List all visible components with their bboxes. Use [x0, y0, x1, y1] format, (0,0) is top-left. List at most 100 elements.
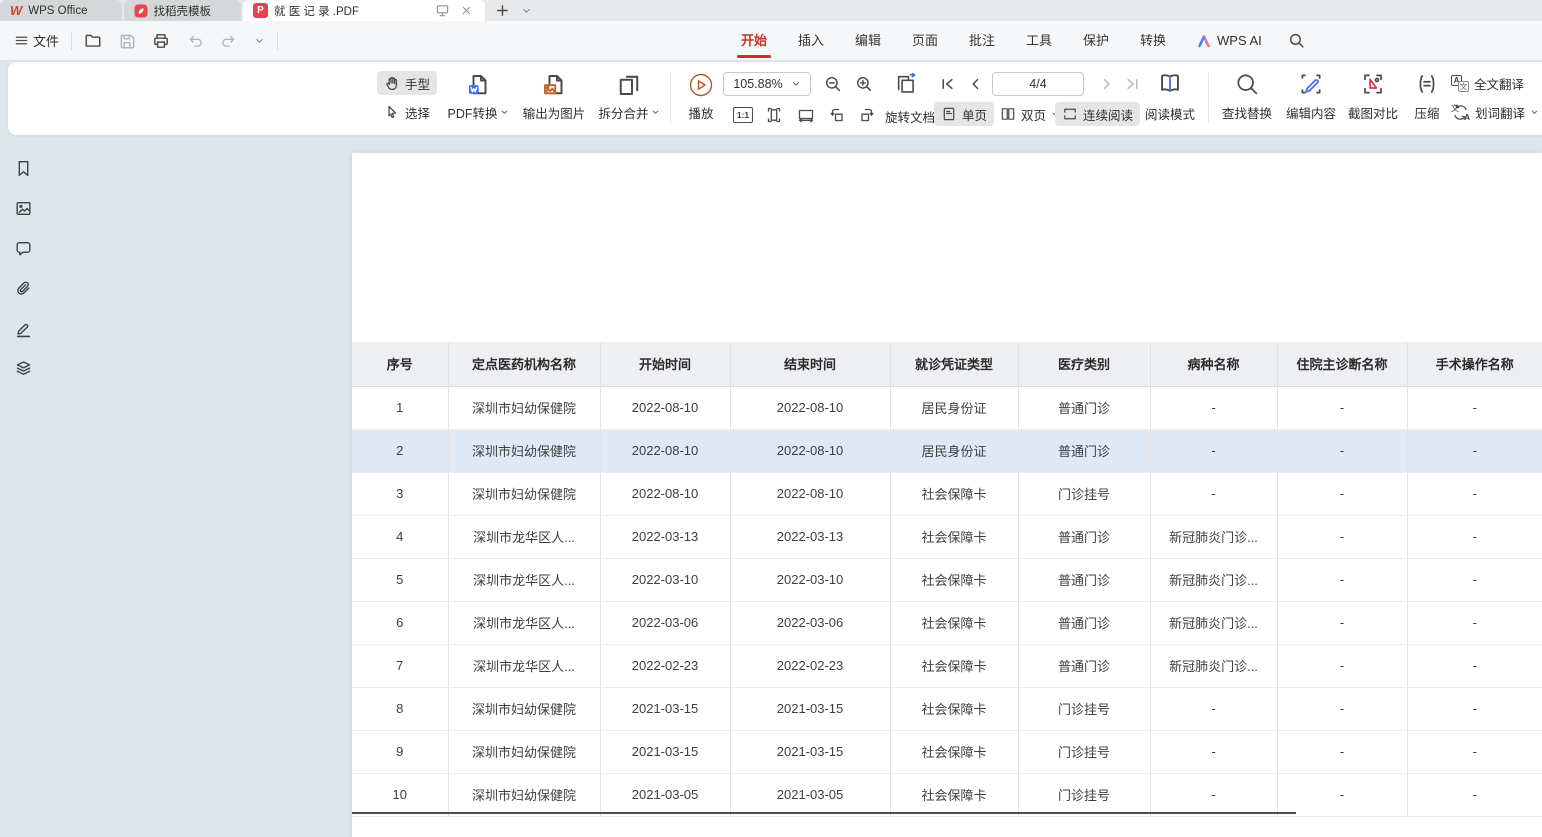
tab-docer-templates[interactable]: 找稻壳模板	[124, 0, 242, 21]
folder-open-icon	[84, 32, 102, 50]
wps-ai-button[interactable]: WPS AI	[1196, 21, 1262, 60]
rotate-document-button[interactable]: 旋转文档	[885, 107, 935, 126]
table-cell: 深圳市妇幼保健院	[448, 472, 600, 515]
table-cell: -	[1150, 773, 1277, 816]
table-cell: 2022-03-13	[730, 515, 890, 558]
table-cell: 2	[352, 429, 448, 472]
bookmarks-panel-button[interactable]	[11, 156, 35, 180]
table-cell: 深圳市龙华区人...	[448, 558, 600, 601]
pdf-convert-button[interactable]: PDF转换	[442, 69, 514, 127]
table-cell: -	[1407, 644, 1542, 687]
split-merge-icon	[617, 72, 641, 98]
menu-tools[interactable]: 工具	[1025, 21, 1053, 60]
continuous-reading-icon	[1062, 106, 1078, 122]
play-button[interactable]: 播放	[678, 69, 724, 127]
table-cell: 新冠肺炎门诊...	[1150, 601, 1277, 644]
table-cell: 2022-03-13	[600, 515, 730, 558]
table-cell: 2022-08-10	[600, 429, 730, 472]
zoom-in-button[interactable]	[852, 72, 876, 96]
thumbnails-panel-button[interactable]	[11, 196, 35, 220]
split-merge-label: 拆分合并	[598, 103, 648, 122]
export-image-button[interactable]: 输出为图片	[516, 69, 592, 127]
full-translate-button[interactable]: A 文 全文翻译	[1444, 71, 1531, 95]
close-tab-icon[interactable]	[457, 2, 475, 20]
continuous-reading-button[interactable]: 连续阅读	[1055, 102, 1140, 126]
rotate-left-button[interactable]	[824, 102, 850, 128]
menu-protect[interactable]: 保护	[1082, 21, 1110, 60]
table-cell: 深圳市妇幼保健院	[448, 730, 600, 773]
find-replace-label: 查找替换	[1222, 103, 1272, 122]
table-cell: -	[1277, 601, 1407, 644]
file-menu-button[interactable]: 文件	[10, 28, 63, 53]
page-indicator: 4/4	[1029, 77, 1046, 91]
search-icon	[1288, 32, 1305, 49]
undo-button[interactable]	[182, 29, 208, 53]
tab-list-chevron-icon[interactable]	[517, 2, 535, 20]
quick-access-toolbar: 文件	[10, 21, 278, 60]
table-cell: 2021-03-15	[600, 730, 730, 773]
menu-insert[interactable]: 插入	[797, 21, 825, 60]
ribbon-panel: 手型 选择 PDF转换 输出为图片 拆分合并	[8, 62, 1542, 135]
menu-search-button[interactable]	[1288, 21, 1305, 60]
tab-document[interactable]: P 就 医 记 录 .PDF	[243, 0, 485, 21]
table-row: 8深圳市妇幼保健院2021-03-152021-03-15社会保障卡门诊挂号--…	[352, 687, 1542, 730]
screenshot-compare-button[interactable]: 截图对比	[1342, 69, 1404, 127]
signature-panel-button[interactable]	[11, 316, 35, 340]
wps-ai-logo-icon	[1196, 33, 1212, 49]
table-cell: -	[1407, 687, 1542, 730]
fit-pages-button[interactable]	[890, 70, 922, 98]
layers-panel-button[interactable]	[11, 356, 35, 380]
tab-wps-office[interactable]: W WPS Office	[0, 0, 122, 21]
comments-panel-button[interactable]	[11, 236, 35, 260]
new-tab-icon[interactable]	[493, 2, 511, 20]
table-row: 2深圳市妇幼保健院2022-08-102022-08-10居民身份证普通门诊--…	[352, 429, 1542, 472]
compress-label: 压缩	[1414, 103, 1439, 122]
fit-page-button[interactable]	[760, 102, 788, 128]
print-button[interactable]	[148, 29, 174, 53]
split-merge-button[interactable]: 拆分合并	[594, 69, 664, 127]
menu-comment[interactable]: 批注	[968, 21, 996, 60]
word-translate-button[interactable]: 文 A 划词翻译	[1444, 100, 1542, 124]
hand-tool-button[interactable]: 手型	[377, 71, 437, 95]
rotate-right-button[interactable]	[854, 102, 880, 128]
table-cell: -	[1277, 472, 1407, 515]
save-button[interactable]	[114, 29, 140, 53]
open-file-button[interactable]	[80, 29, 106, 53]
actual-size-button[interactable]: 1:1	[730, 103, 756, 127]
first-page-button[interactable]	[936, 73, 958, 95]
single-page-button[interactable]: 单页	[934, 102, 994, 126]
table-cell: 2021-03-15	[730, 687, 890, 730]
table-cell: 社会保障卡	[890, 644, 1018, 687]
menu-page[interactable]: 页面	[911, 21, 939, 60]
menu-home[interactable]: 开始	[740, 21, 768, 60]
find-replace-button[interactable]: 查找替换	[1216, 69, 1278, 127]
attachments-panel-button[interactable]	[11, 276, 35, 300]
fit-width-button[interactable]	[792, 102, 820, 128]
select-tool-button[interactable]: 选择	[377, 100, 437, 124]
rotate-left-icon	[828, 106, 846, 124]
compress-button[interactable]: 压缩	[1406, 69, 1448, 127]
medical-records-table: 序号 定点医药机构名称 开始时间 结束时间 就诊凭证类型 医疗类别 病种名称 住…	[352, 342, 1542, 817]
edit-content-button[interactable]: 编辑内容	[1280, 69, 1342, 127]
page-number-input[interactable]: 4/4	[992, 72, 1084, 96]
table-cell: 深圳市妇幼保健院	[448, 773, 600, 816]
table-cell: -	[1407, 386, 1542, 429]
menu-edit[interactable]: 编辑	[854, 21, 882, 60]
more-actions-button[interactable]	[250, 32, 269, 49]
zoom-level-select[interactable]: 105.88%	[723, 72, 811, 96]
redo-button[interactable]	[216, 29, 242, 53]
book-icon	[1157, 71, 1183, 97]
table-cell: 社会保障卡	[890, 558, 1018, 601]
table-cell: 普通门诊	[1018, 386, 1150, 429]
menu-convert[interactable]: 转换	[1139, 21, 1167, 60]
read-mode-button[interactable]: 阅读模式	[1140, 68, 1200, 128]
medical-records-body: 1深圳市妇幼保健院2022-08-102022-08-10居民身份证普通门诊--…	[352, 386, 1542, 816]
screen-share-icon[interactable]	[433, 2, 451, 20]
play-label: 播放	[688, 103, 713, 122]
zoom-out-button[interactable]	[821, 72, 845, 96]
last-page-icon	[1126, 77, 1140, 91]
next-page-button[interactable]	[1096, 73, 1118, 95]
read-mode-label: 阅读模式	[1145, 104, 1195, 123]
table-cell: -	[1277, 687, 1407, 730]
previous-page-button[interactable]	[964, 73, 986, 95]
